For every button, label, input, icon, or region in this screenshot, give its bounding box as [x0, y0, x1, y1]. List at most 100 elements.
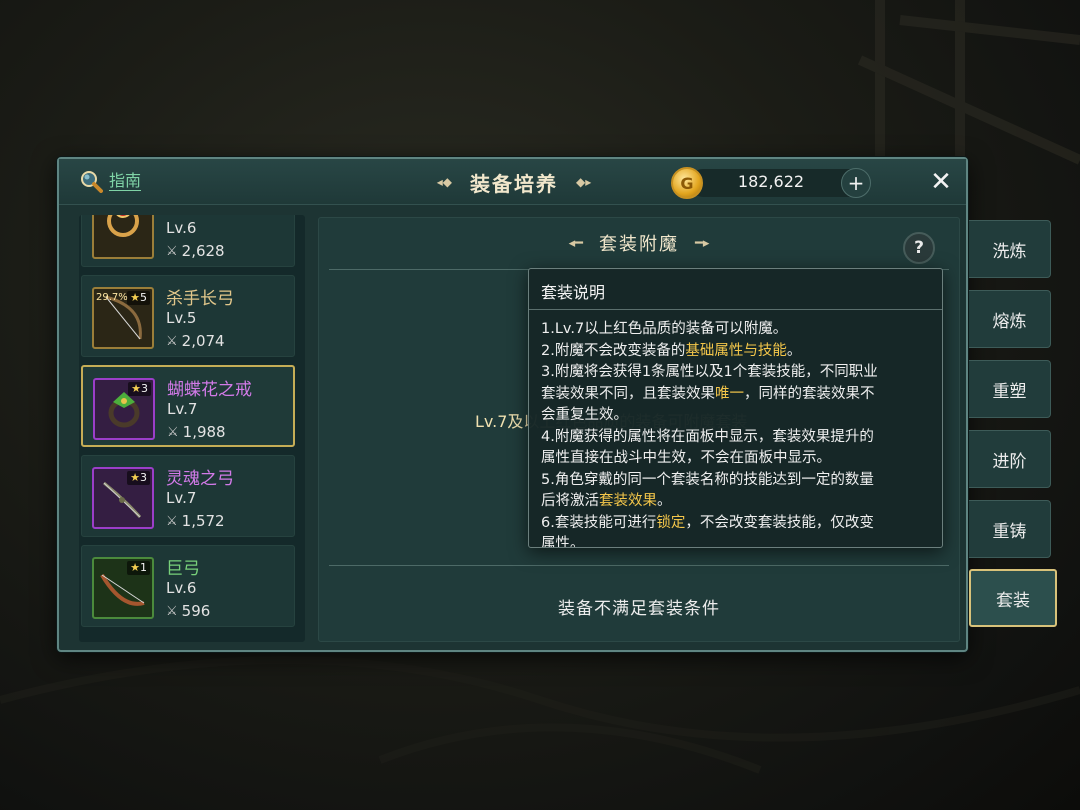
- title-group: ◂◆ 装备培养 ◆▸: [419, 167, 609, 197]
- tooltip-text: 套装效果不同，且套装效果: [541, 385, 715, 402]
- refine-percent: 29.7%: [96, 292, 128, 303]
- crossed-swords-icon: ⚔: [166, 603, 178, 619]
- tooltip-text: ，同样的套装效果不: [744, 385, 875, 402]
- tooltip-text: 5.角色穿戴的同一个套装名称的技能达到一定的数量: [541, 471, 874, 488]
- close-button[interactable]: ✕: [926, 167, 956, 197]
- star-icon: ★: [131, 382, 141, 395]
- tooltip-text: 后将激活: [541, 493, 599, 509]
- equipment-item[interactable]: ★3 蝴蝶花之戒 Lv.7 ⚔ 1,988: [81, 365, 295, 447]
- star-count: 5: [140, 291, 147, 304]
- item-power: ⚔ 1,988: [167, 423, 226, 441]
- item-power: ⚔ 2,074: [166, 332, 225, 350]
- title-ornament-left-icon: ◂◆: [436, 175, 452, 189]
- help-button[interactable]: ?: [903, 232, 935, 264]
- equipment-list[interactable]: Lv.6 ⚔ 2,628 29.7% ★5 杀手长弓 Lv.5 ⚔ 2,074 ★3 蝴蝶花之戒 Lv…: [79, 215, 305, 642]
- highlight-text: 基础属性与技能: [685, 342, 787, 359]
- tooltip-title: 套装说明: [541, 283, 606, 302]
- star-icon: ★: [130, 561, 140, 574]
- tooltip-text: 。: [657, 493, 672, 509]
- power-value: 2,628: [181, 242, 225, 260]
- tooltip-text: 属性直接在战斗中生效，不会在面板中显示。: [541, 450, 831, 466]
- item-name: 蝴蝶花之戒: [167, 380, 252, 400]
- item-name: 灵魂之弓: [166, 469, 234, 489]
- item-power: ⚔ 596: [166, 602, 210, 620]
- tooltip-line: 4.附魔获得的属性将在面板中显示，套装效果提升的: [541, 427, 933, 449]
- item-level: Lv.7: [167, 400, 198, 418]
- equipment-item[interactable]: ★3 灵魂之弓 Lv.7 ⚔ 1,572: [81, 455, 295, 537]
- star-icon: ★: [130, 471, 140, 484]
- tooltip-text: 6.套装技能可进行: [541, 514, 657, 531]
- item-level: Lv.6: [166, 579, 197, 597]
- panel-header: 指南 ◂◆ 装备培养 ◆▸ G 182,622 + ✕: [59, 159, 966, 205]
- gold-coin-icon: G: [671, 167, 703, 199]
- crossed-swords-icon: ⚔: [166, 333, 178, 349]
- tab-4[interactable]: 进阶: [969, 430, 1051, 488]
- star-badge: ★3: [127, 471, 150, 485]
- tab-1[interactable]: 洗炼: [969, 220, 1051, 278]
- page-title: 装备培养: [470, 171, 558, 196]
- power-value: 1,988: [182, 423, 226, 441]
- star-icon: ★: [130, 291, 140, 304]
- item-power: ⚔ 1,572: [166, 512, 225, 530]
- tab-5[interactable]: 重铸: [969, 500, 1051, 558]
- section-ornament-right-icon: ━▸: [695, 235, 710, 251]
- set-description-tooltip: 套装说明 1.Lv.7以上红色品质的装备可以附魔。 2.附魔不会改变装备的基础属性…: [528, 268, 943, 548]
- tooltip-line: 5.角色穿戴的同一个套装名称的技能达到一定的数量: [541, 470, 933, 492]
- highlight-text: 唯一: [715, 385, 744, 402]
- leaf-ring-icon: ★3: [93, 378, 155, 440]
- tooltip-line: 3.附魔将会获得1条属性以及1个套装技能，不同职业: [541, 362, 933, 384]
- longbow-icon: 29.7% ★5: [92, 287, 154, 349]
- crossed-swords-icon: ⚔: [166, 243, 178, 259]
- item-level: Lv.6: [166, 219, 197, 237]
- add-gold-button[interactable]: +: [841, 168, 871, 198]
- power-value: 596: [181, 602, 211, 620]
- item-power: ⚔ 2,628: [166, 242, 225, 260]
- section-title: 套装附魔: [599, 234, 679, 255]
- tooltip-text: ，不会改变套装技能，仅改变: [685, 514, 874, 531]
- tab-2[interactable]: 熔炼: [969, 290, 1051, 348]
- tooltip-text: 。: [786, 342, 802, 359]
- tooltip-text: 4.附魔获得的属性将在面板中显示，套装效果提升的: [541, 428, 874, 445]
- crossed-swords-icon: ⚔: [166, 513, 178, 529]
- star-badge: ★5: [127, 291, 150, 305]
- section-header: ◂━ 套装附魔 ━▸: [319, 230, 959, 256]
- star-badge: ★1: [127, 561, 150, 575]
- tooltip-body: 1.Lv.7以上红色品质的装备可以附魔。 2.附魔不会改变装备的基础属性与技能。 3…: [541, 319, 933, 548]
- tooltip-text: 会重复生效。: [541, 407, 628, 423]
- great-bow-icon: ★1: [92, 557, 154, 619]
- equipment-item[interactable]: Lv.6 ⚔ 2,628: [81, 215, 295, 267]
- guide-button[interactable]: 指南: [79, 169, 142, 193]
- power-value: 2,074: [181, 332, 225, 350]
- star-badge: ★3: [128, 382, 151, 396]
- divider: [329, 565, 949, 566]
- star-count: 1: [140, 561, 147, 574]
- equipment-item[interactable]: ★1 巨弓 Lv.6 ⚔ 596: [81, 545, 295, 627]
- star-count: 3: [140, 471, 147, 484]
- tooltip-line: 会重复生效。: [541, 405, 933, 427]
- gold-amount: 182,622: [737, 172, 805, 191]
- item-name: 杀手长弓: [166, 289, 234, 309]
- soul-bow-icon: ★3: [92, 467, 154, 529]
- equipment-item[interactable]: 29.7% ★5 杀手长弓 Lv.5 ⚔ 2,074: [81, 275, 295, 357]
- highlight-text: 锁定: [656, 514, 686, 531]
- tooltip-line: 2.附魔不会改变装备的基础属性与技能。: [541, 341, 933, 363]
- power-value: 1,572: [181, 512, 225, 530]
- crossed-swords-icon: ⚔: [167, 424, 179, 440]
- magnifier-icon: [81, 171, 103, 193]
- section-ornament-left-icon: ◂━: [568, 235, 583, 251]
- tooltip-line: 属性直接在战斗中生效，不会在面板中显示。: [541, 448, 933, 470]
- tooltip-line: 6.套装技能可进行锁定，不会改变套装技能，仅改变: [541, 513, 933, 535]
- tooltip-line: 属性。: [541, 534, 933, 548]
- tooltip-line: 后将激活套装效果。: [541, 491, 933, 513]
- divider: [529, 309, 942, 310]
- tooltip-text: 3.附魔将会获得1条属性以及1个套装技能，不同职业: [541, 364, 878, 380]
- tab-3[interactable]: 重塑: [969, 360, 1051, 418]
- star-count: 3: [141, 382, 148, 395]
- item-level: Lv.7: [166, 489, 197, 507]
- tab-6[interactable]: 套装: [969, 569, 1057, 627]
- guide-label: 指南: [109, 170, 142, 191]
- tooltip-text: 属性。: [541, 536, 585, 548]
- item-name: 巨弓: [166, 559, 200, 579]
- tooltip-line: 1.Lv.7以上红色品质的装备可以附魔。: [541, 319, 933, 341]
- status-text: 装备不满足套装条件: [558, 599, 720, 619]
